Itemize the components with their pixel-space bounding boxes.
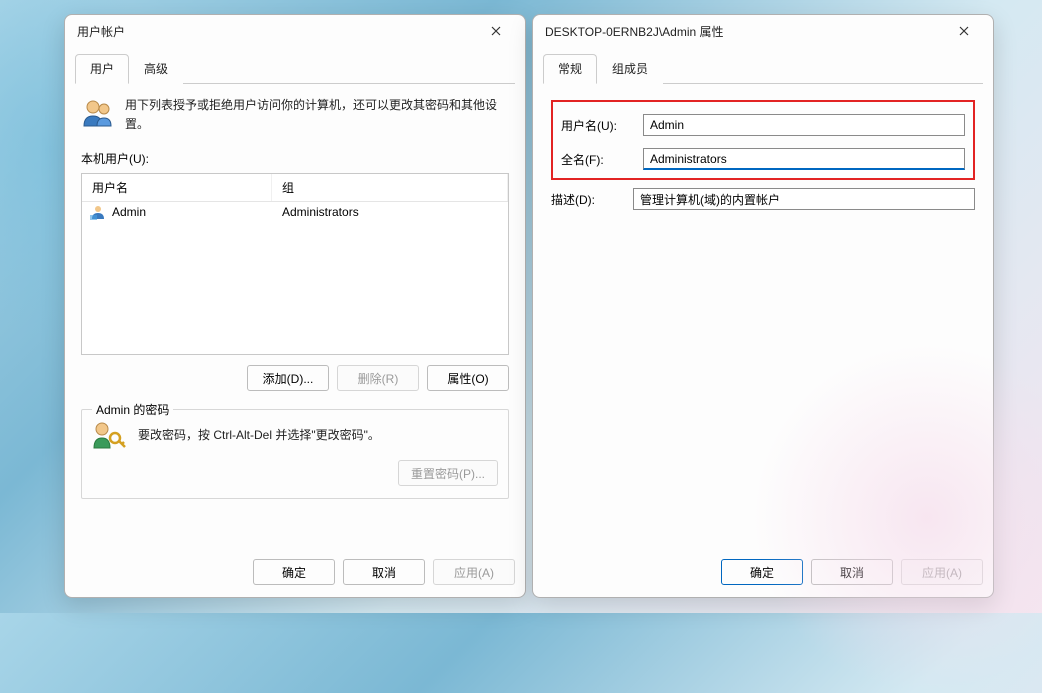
tab-users[interactable]: 用户 xyxy=(75,54,129,84)
password-hint: 要改密码，按 Ctrl-Alt-Del 并选择"更改密码"。 xyxy=(138,426,380,445)
username-input[interactable] xyxy=(643,114,965,136)
password-fieldset: Admin 的密码 要改密码，按 Ctrl-Alt-Del 并选择"更改密码"。… xyxy=(81,409,509,499)
user-properties-window: DESKTOP-0ERNB2J\Admin 属性 常规 组成员 用户名(U): … xyxy=(532,14,994,598)
row-username: Admin xyxy=(112,205,146,219)
titlebar[interactable]: 用户帐户 xyxy=(65,15,525,47)
tab-membership[interactable]: 组成员 xyxy=(597,54,663,84)
user-accounts-window: 用户帐户 用户 高级 用下列表授予或拒绝用户访问你的计算机，还可以更改其密码和其… xyxy=(64,14,526,598)
local-users-label: 本机用户(U): xyxy=(75,146,515,173)
add-button[interactable]: 添加(D)... xyxy=(247,365,329,391)
col-username[interactable]: 用户名 xyxy=(82,174,272,201)
highlighted-fields: 用户名(U): 全名(F): xyxy=(551,100,975,180)
fullname-label: 全名(F): xyxy=(561,151,631,168)
window-title: 用户帐户 xyxy=(73,23,475,40)
close-icon xyxy=(491,26,501,36)
titlebar[interactable]: DESKTOP-0ERNB2J\Admin 属性 xyxy=(533,15,993,47)
fullname-input[interactable] xyxy=(643,148,965,170)
cancel-button[interactable]: 取消 xyxy=(811,559,893,585)
close-icon xyxy=(959,26,969,36)
description-input[interactable] xyxy=(633,188,975,210)
ok-button[interactable]: 确定 xyxy=(253,559,335,585)
description-label: 描述(D): xyxy=(551,191,621,208)
apply-button: 应用(A) xyxy=(433,559,515,585)
users-icon xyxy=(81,96,115,130)
close-button[interactable] xyxy=(475,17,517,45)
remove-button: 删除(R) xyxy=(337,365,419,391)
user-icon xyxy=(90,204,106,220)
tabstrip: 常规 组成员 xyxy=(543,53,983,84)
tabstrip: 用户 高级 xyxy=(75,53,515,84)
reset-password-button: 重置密码(P)... xyxy=(398,460,498,486)
close-button[interactable] xyxy=(943,17,985,45)
list-item[interactable]: Admin Administrators xyxy=(82,202,508,222)
properties-button[interactable]: 属性(O) xyxy=(427,365,509,391)
intro-text: 用下列表授予或拒绝用户访问你的计算机，还可以更改其密码和其他设置。 xyxy=(125,96,509,134)
apply-button: 应用(A) xyxy=(901,559,983,585)
password-legend: Admin 的密码 xyxy=(92,401,173,418)
col-group[interactable]: 组 xyxy=(272,174,508,201)
cancel-button[interactable]: 取消 xyxy=(343,559,425,585)
row-group: Administrators xyxy=(272,205,508,219)
key-icon xyxy=(92,420,126,450)
tab-general[interactable]: 常规 xyxy=(543,54,597,84)
username-label: 用户名(U): xyxy=(561,117,631,134)
users-list[interactable]: 用户名 组 Admin Administrators xyxy=(81,173,509,355)
list-header: 用户名 组 xyxy=(82,174,508,202)
tab-advanced[interactable]: 高级 xyxy=(129,54,183,84)
window-title: DESKTOP-0ERNB2J\Admin 属性 xyxy=(541,23,943,40)
ok-button[interactable]: 确定 xyxy=(721,559,803,585)
